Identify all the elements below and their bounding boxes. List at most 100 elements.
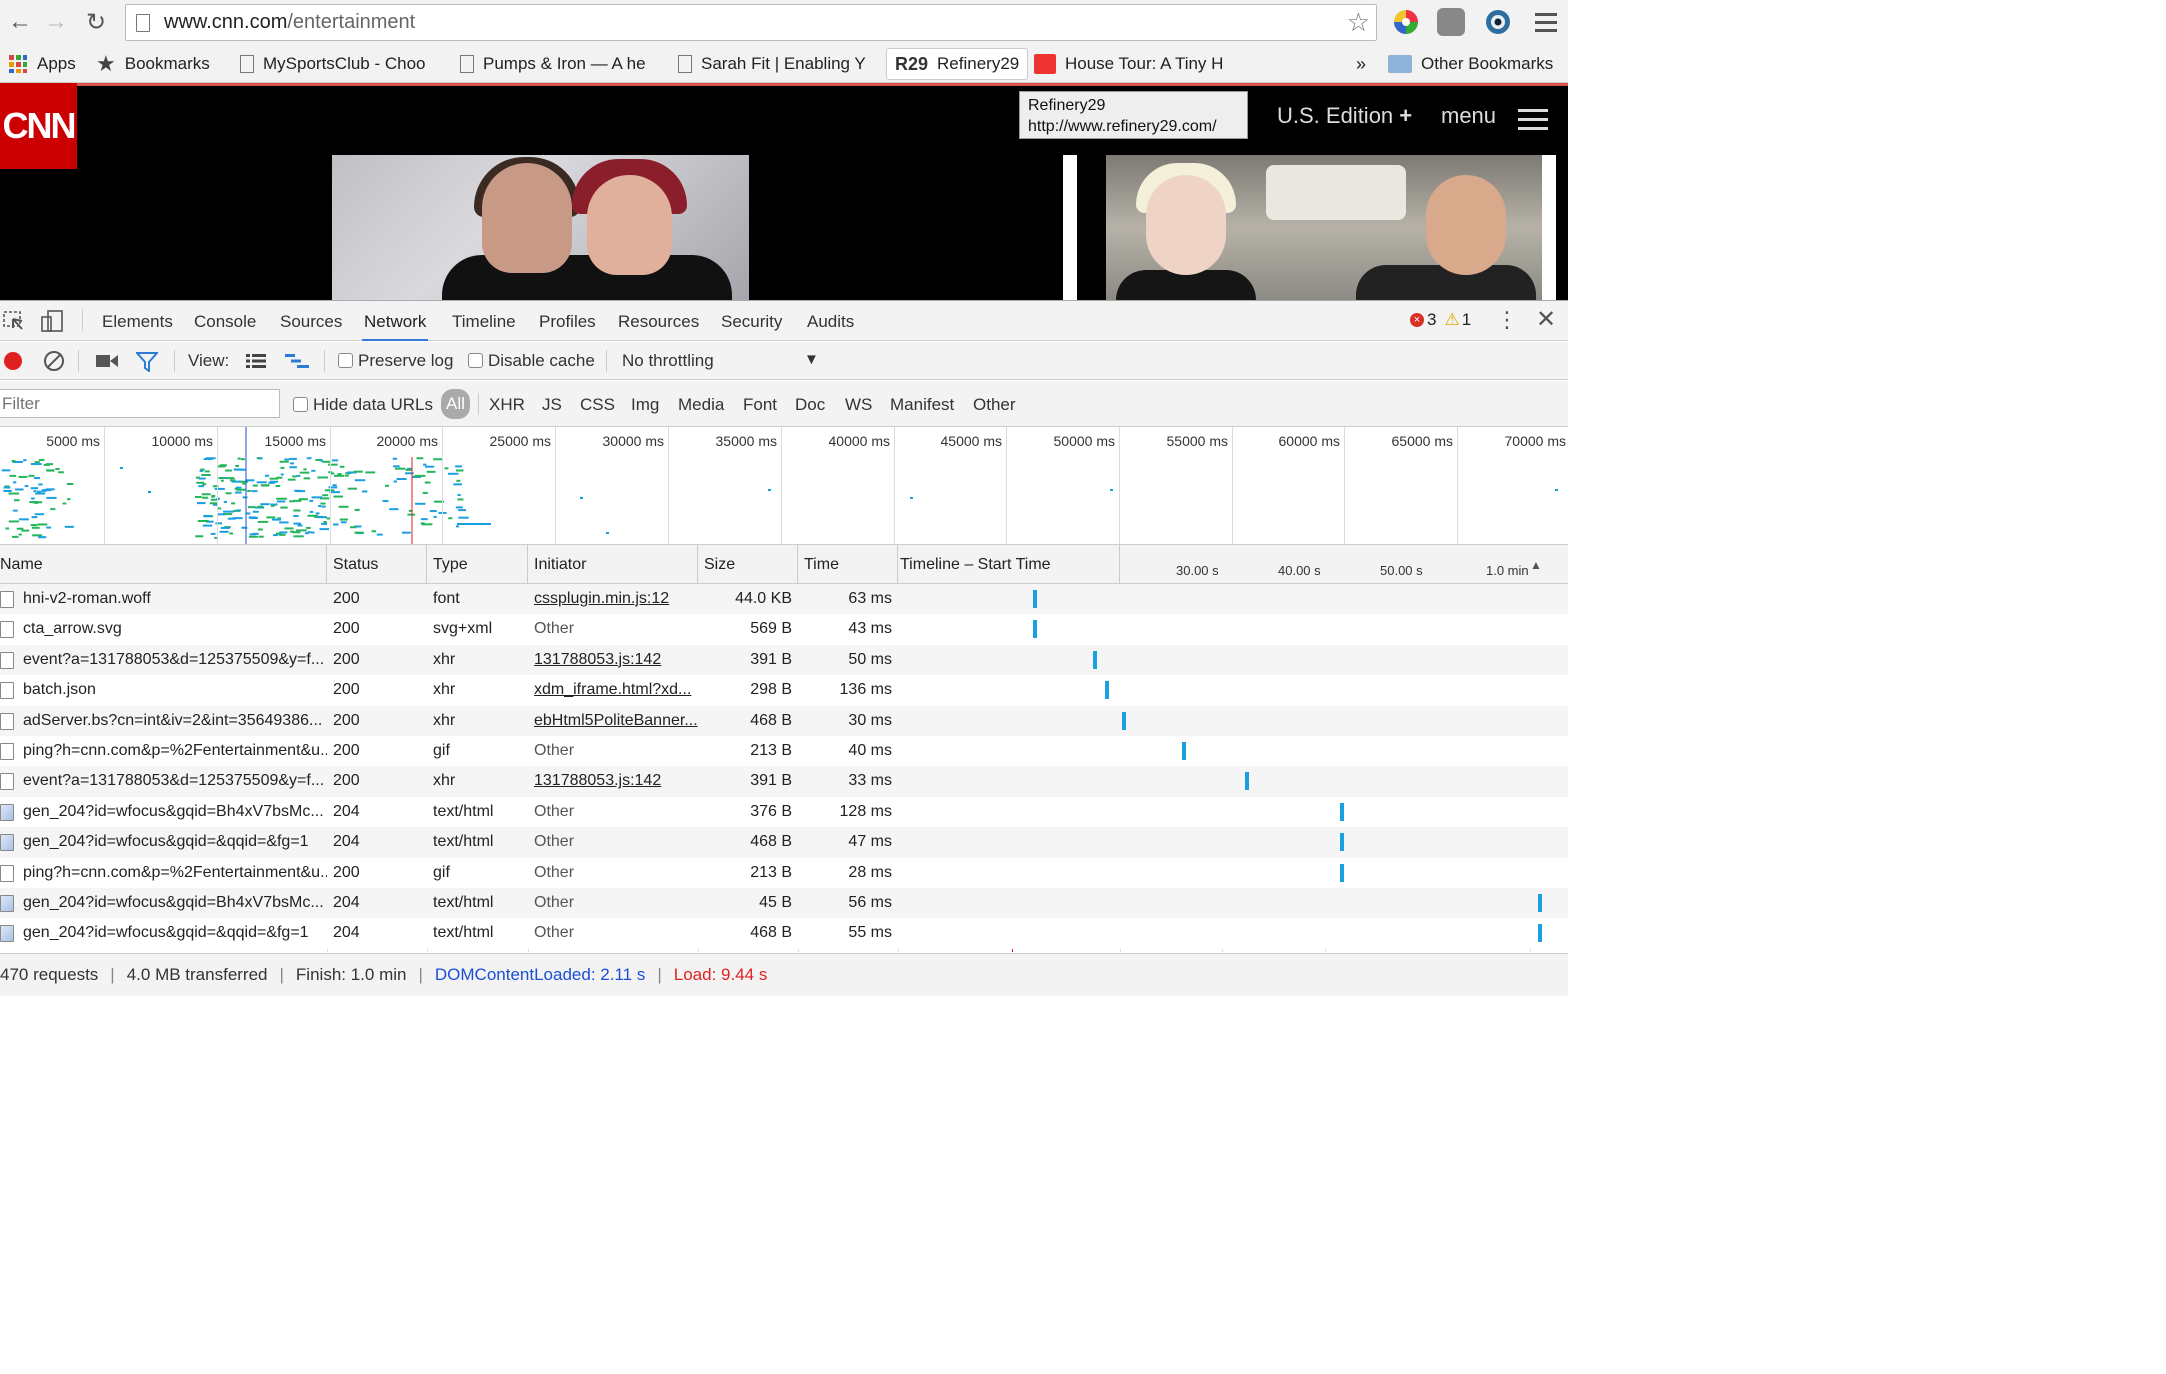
address-bar[interactable]: www.cnn.com/entertainment ☆ [125,4,1377,41]
timeline-bar[interactable] [1538,924,1543,943]
back-button[interactable]: ← [0,2,40,42]
request-name[interactable]: ping?h=cnn.com&p=%2Fentertainment&u... [17,736,327,766]
more-options-icon[interactable]: ⋮ [1494,309,1520,333]
timeline-bar[interactable] [1033,590,1038,608]
preserve-log-checkbox[interactable]: Preserve log [338,351,453,371]
device-mode-icon[interactable] [40,309,66,333]
tab-sources[interactable]: Sources [278,301,344,341]
tab-network[interactable]: Network [362,301,429,341]
filter-type-other[interactable]: Other [973,395,1016,415]
table-row[interactable]: event?a=131788053&d=125375509&y=f... 200 x… [0,766,1568,797]
column-header-timeline[interactable]: Timeline – Start Time [898,545,1120,584]
bookmark-bookmarks[interactable]: ★ Bookmarks [88,48,218,80]
bookmark-apps[interactable]: Apps [0,48,84,80]
timeline-bar[interactable] [1104,681,1109,700]
forward-button[interactable]: → [36,2,76,42]
timeline-bar[interactable] [1033,620,1038,639]
column-header-status[interactable]: Status [327,545,427,584]
filter-icon[interactable] [134,352,160,377]
large-rows-icon[interactable] [246,353,266,374]
filter-type-img[interactable]: Img [631,395,659,415]
chrome-menu-icon[interactable] [1530,6,1562,38]
hide-data-urls-checkbox[interactable]: Hide data URLs [293,395,433,415]
tab-console[interactable]: Console [192,301,258,341]
column-header-time[interactable]: Time [798,545,898,584]
edition-selector[interactable]: U.S. Edition + [1277,103,1412,129]
request-name[interactable]: gen_204?id=wfocus&gqid=Bh4xV7bsMc... [17,797,327,827]
capture-screenshots-icon[interactable] [96,353,118,374]
request-name[interactable]: hni-v2-roman.woff [17,584,327,614]
column-header-size[interactable]: Size [698,545,798,584]
filter-type-media[interactable]: Media [678,395,724,415]
checkbox-box[interactable] [468,353,483,368]
table-row[interactable]: ping?h=cnn.com&p=%2Fentertainment&u... 20… [0,736,1568,767]
bookmark-star-icon[interactable]: ☆ [1347,7,1370,38]
record-icon[interactable] [4,352,22,370]
column-header-initiator[interactable]: Initiator [528,545,698,584]
throttling-select[interactable]: No throttling ▼ [622,351,822,371]
article-photo-carpool[interactable] [1106,155,1542,300]
filter-type-font[interactable]: Font [743,395,777,415]
timeline-bar[interactable] [1092,650,1097,669]
filter-type-all[interactable]: All [441,389,470,419]
filter-type-js[interactable]: JS [542,395,562,415]
filter-type-css[interactable]: CSS [580,395,615,415]
reload-button[interactable]: ↻ [76,2,116,42]
timeline-bar[interactable] [1340,802,1345,821]
timeline-bar[interactable] [1538,894,1543,912]
timeline-bar[interactable] [1181,742,1186,760]
table-row[interactable]: hni-v2-roman.woff 200 font cssplugin.min.js… [0,584,1568,615]
request-name[interactable]: event?a=131788053&d=125375509&y=f... [17,766,327,796]
table-row[interactable]: cta_arrow.svg 200 svg+xml Other 569 B 43 ms [0,614,1568,645]
grey-square-extension-icon[interactable] [1435,6,1467,38]
request-initiator[interactable]: xdm_iframe.html?xd... [528,675,698,705]
sort-ascending-icon[interactable]: ▲ [1530,558,1542,572]
error-warning-counter[interactable]: × 3 ⚠ 1 [1410,310,1471,330]
timeline-bar[interactable] [1244,772,1249,791]
filter-type-xhr[interactable]: XHR [489,395,525,415]
filter-type-doc[interactable]: Doc [795,395,825,415]
bookmarks-overflow-button[interactable]: » [1348,48,1374,80]
article-photo-ozzy-sharon[interactable] [332,155,749,300]
checkbox-box[interactable] [338,353,353,368]
tab-resources[interactable]: Resources [616,301,701,341]
hamburger-menu-icon[interactable] [1518,109,1548,136]
table-row[interactable]: ping?h=cnn.com&p=%2Fentertainment&u... 20… [0,857,1568,888]
close-devtools-icon[interactable]: ✕ [1533,308,1559,333]
table-row[interactable]: gen_204?id=wfocus&gqid=Bh4xV7bsMc... 204 t… [0,796,1568,828]
tab-security[interactable]: Security [719,301,784,341]
inspect-element-icon[interactable] [2,309,28,333]
request-name[interactable]: gen_204?id=wfocus&gqid=&qqid=&fg=1 [17,918,327,948]
table-row[interactable]: adServer.bs?cn=int&iv=2&int=35649386... 2… [0,705,1568,736]
filter-input[interactable] [0,389,280,418]
clear-icon[interactable] [44,351,64,371]
table-row[interactable]: gen_204?id=wfocus&gqid=&qqid=&fg=1 204 tex… [0,918,1568,949]
menu-label[interactable]: menu [1441,103,1496,129]
table-row[interactable]: gen_204?id=wfocus&gqid=Bh4xV7bsMc... 204 t… [0,888,1568,919]
table-row[interactable]: event?a=131788053&d=125375509&y=f... 200 x… [0,644,1568,676]
bookmark-other-bookmarks[interactable]: Other Bookmarks [1380,48,1561,80]
checkbox-box[interactable] [293,397,308,412]
disable-cache-checkbox[interactable]: Disable cache [468,351,595,371]
bookmark-pumps-iron[interactable]: Pumps & Iron — A he [452,48,662,80]
color-wheel-extension-icon[interactable] [1390,6,1422,38]
network-overview[interactable]: 5000 ms 10000 ms 15000 ms 20000 ms 25000 ms 3… [0,427,1568,545]
table-row[interactable]: gen_204?id=wfocus&gqid=&qqid=&fg=1 204 tex… [0,827,1568,858]
cnn-logo[interactable]: CNN [0,83,77,169]
request-name[interactable]: event?a=131788053&d=125375509&y=f... [17,645,327,675]
tab-profiles[interactable]: Profiles [537,301,598,341]
bookmark-refinery29[interactable]: R29 Refinery29 [886,48,1029,80]
filter-type-ws[interactable]: WS [845,395,872,415]
request-name[interactable]: cta_arrow.svg [17,614,327,644]
request-initiator[interactable]: ebHtml5PoliteBanner... [528,706,698,736]
request-initiator[interactable]: cssplugin.min.js:12 [528,584,698,614]
bookmark-sarah-fit[interactable]: Sarah Fit | Enabling Y [670,48,878,80]
bookmark-house-tour[interactable]: House Tour: A Tiny H [1026,48,1236,80]
request-name[interactable]: gen_204?id=wfocus&gqid=&qqid=&fg=1 [17,827,327,857]
table-row[interactable]: batch.json 200 xhr xdm_iframe.html?xd... 298… [0,675,1568,706]
bookmark-mysportsclub[interactable]: MySportsClub - Choo [232,48,442,80]
filter-type-manifest[interactable]: Manifest [890,395,954,415]
timeline-bar[interactable] [1340,833,1345,852]
request-name[interactable]: ping?h=cnn.com&p=%2Fentertainment&u... [17,858,327,888]
request-name[interactable]: gen_204?id=wfocus&gqid=Bh4xV7bsMc... [17,888,327,918]
